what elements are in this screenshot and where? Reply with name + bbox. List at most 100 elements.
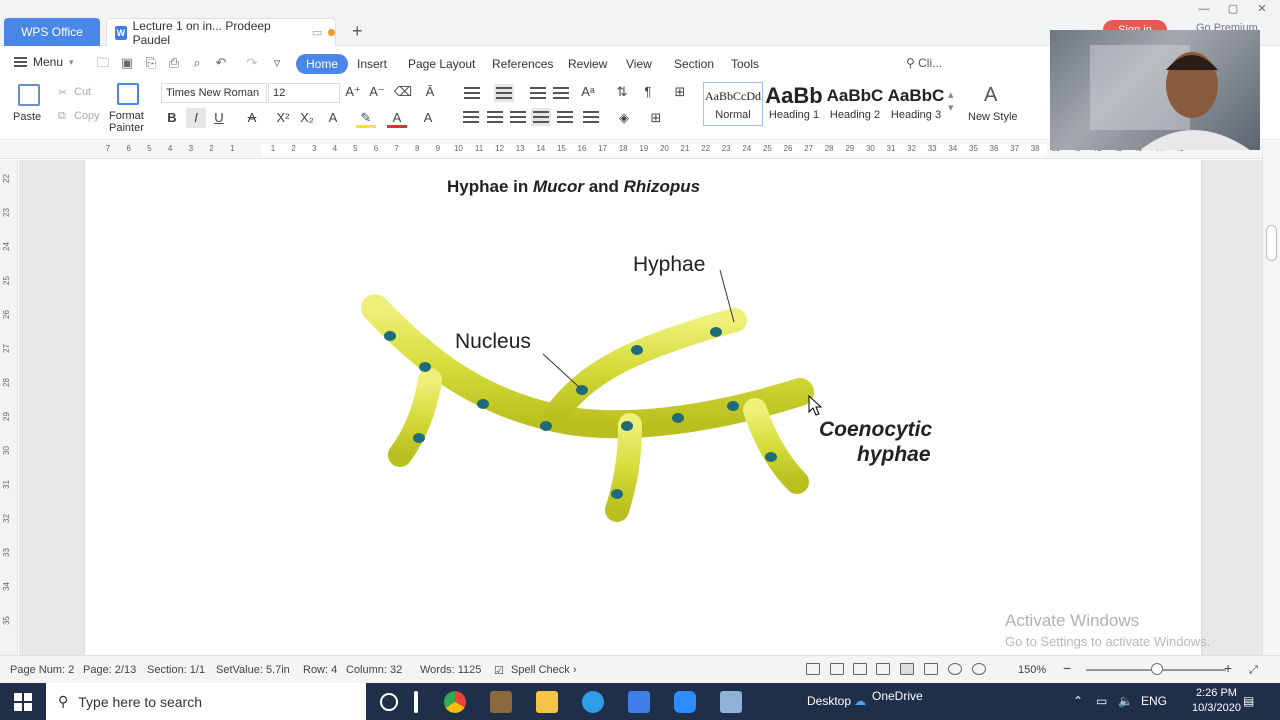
increase-indent-icon[interactable] xyxy=(551,84,571,102)
full-screen-icon[interactable] xyxy=(853,663,867,675)
style-heading-3[interactable]: AaBbC Heading 3 xyxy=(886,82,946,126)
status-section[interactable]: Section: 1/1 xyxy=(147,664,205,676)
highlight-icon[interactable]: ✎ xyxy=(356,108,376,128)
style-heading-2[interactable]: AaBbC Heading 2 xyxy=(825,82,885,126)
format-painter-label-2[interactable]: Painter xyxy=(109,122,144,134)
eye-protection-icon[interactable] xyxy=(972,663,986,675)
protect-icon[interactable] xyxy=(806,663,820,675)
document-tab[interactable]: W Lecture 1 on in... Prodeep Paudel ▭ xyxy=(106,18,336,47)
status-page-num[interactable]: Page Num: 2 xyxy=(10,664,74,676)
edge-icon[interactable] xyxy=(582,691,604,713)
redo-icon[interactable]: ↷ xyxy=(245,56,259,70)
hyphae-illustration[interactable] xyxy=(85,160,1201,655)
cortana-icon[interactable] xyxy=(380,693,398,711)
volume-icon[interactable]: 🔈 xyxy=(1118,694,1133,708)
paste-icon[interactable] xyxy=(18,84,40,106)
font-color-icon[interactable]: A xyxy=(387,108,407,128)
store-icon[interactable] xyxy=(490,691,512,713)
taskbar-clock[interactable]: 2:26 PM 10/3/2020 xyxy=(1192,686,1241,716)
language-indicator[interactable]: ENG xyxy=(1141,694,1167,708)
task-view-icon[interactable] xyxy=(414,691,418,713)
status-row[interactable]: Row: 4 xyxy=(303,664,337,676)
status-column[interactable]: Column: 32 xyxy=(346,664,402,676)
distributed-icon[interactable] xyxy=(555,108,575,126)
bullets-icon[interactable] xyxy=(462,84,482,102)
spell-check-button[interactable]: Spell Check xyxy=(511,664,570,676)
new-style-icon[interactable]: A xyxy=(984,84,997,107)
tab-section[interactable]: Section xyxy=(664,54,724,74)
text-effect-icon[interactable]: A xyxy=(323,108,343,128)
maximize-icon[interactable]: ▢ xyxy=(1219,0,1247,18)
tab-tools[interactable]: Tools xyxy=(721,54,769,74)
cut-button[interactable]: Cut xyxy=(74,86,91,98)
underline-icon[interactable]: U xyxy=(209,108,229,128)
font-size-select[interactable]: 12 xyxy=(268,83,340,103)
change-case-icon[interactable]: Aᵃ xyxy=(578,82,598,102)
font-name-select[interactable]: Times New Roman xyxy=(161,83,267,103)
wps-writer-icon[interactable] xyxy=(628,691,650,713)
format-painter-icon[interactable] xyxy=(117,83,139,105)
reading-view-icon[interactable] xyxy=(876,663,890,675)
close-icon[interactable]: ✕ xyxy=(1248,0,1276,18)
copy-button[interactable]: Copy xyxy=(74,110,100,122)
style-heading-1[interactable]: AaBb Heading 1 xyxy=(764,82,824,126)
numbering-icon[interactable] xyxy=(494,84,514,102)
clear-format-icon[interactable]: ⌫ xyxy=(393,82,413,102)
new-style-button[interactable]: New Style xyxy=(968,111,1018,123)
onedrive-toolbar[interactable]: OneDrive xyxy=(872,689,923,703)
style-normal[interactable]: AaBbCcDd Normal xyxy=(703,82,763,126)
open-folder-icon[interactable]: 🗀 xyxy=(96,56,110,70)
zoom-level[interactable]: 150% xyxy=(1018,664,1046,676)
grow-font-icon[interactable]: A⁺ xyxy=(343,82,363,102)
minimize-icon[interactable]: — xyxy=(1190,0,1218,18)
bold-icon[interactable]: B xyxy=(162,108,182,128)
chrome-icon[interactable] xyxy=(444,691,466,713)
shrink-font-icon[interactable]: A⁻ xyxy=(367,82,387,102)
text-direction-icon[interactable]: ⊞ xyxy=(670,82,690,102)
vertical-ruler[interactable]: 22 23 24 25 26 27 28 29 30 31 32 33 34 35 xyxy=(0,160,18,655)
format-painter-label-1[interactable]: Format xyxy=(109,110,144,122)
decrease-indent-icon[interactable] xyxy=(528,84,548,102)
tab-insert[interactable]: Insert xyxy=(347,54,397,74)
tab-home[interactable]: Home xyxy=(296,54,349,74)
print-preview-icon[interactable]: ⌕ xyxy=(190,56,204,70)
align-right-icon[interactable] xyxy=(508,108,528,126)
subscript-icon[interactable]: X₂ xyxy=(297,108,317,128)
superscript-icon[interactable]: X² xyxy=(273,108,293,128)
customize-toolbar-icon[interactable]: ▿ xyxy=(270,56,284,70)
paste-button[interactable]: Paste xyxy=(13,111,41,123)
zoom-out-icon[interactable]: − xyxy=(1063,660,1071,676)
italic-icon[interactable]: I xyxy=(186,108,206,128)
spell-check-menu-icon[interactable]: › xyxy=(573,664,577,676)
paint-icon[interactable] xyxy=(720,691,742,713)
justify-icon[interactable] xyxy=(531,108,551,126)
zoom-app-icon[interactable] xyxy=(674,691,696,713)
outline-view-icon[interactable] xyxy=(924,663,938,675)
char-shading-icon[interactable]: A xyxy=(418,108,438,128)
page-view-icon[interactable] xyxy=(900,663,914,675)
document-page[interactable]: Hyphae in Mucor and Rhizopus Hyphae Nucl… xyxy=(85,160,1201,655)
status-set-value[interactable]: SetValue: 5.7in xyxy=(216,664,290,676)
styles-scroll-icon[interactable]: ▴ ▾ xyxy=(948,88,954,114)
tab-view[interactable]: View xyxy=(616,54,662,74)
status-page[interactable]: Page: 2/13 xyxy=(83,664,136,676)
notification-icon[interactable]: ▤ xyxy=(1243,694,1254,708)
taskbar-search-box[interactable]: ⚲ Type here to search xyxy=(46,683,366,720)
sort-icon[interactable]: ⇅ xyxy=(612,82,632,102)
show-marks-icon[interactable]: ¶ xyxy=(638,82,658,102)
output-icon[interactable] xyxy=(830,663,844,675)
print-icon[interactable]: ⎙ xyxy=(167,56,181,70)
save-icon[interactable]: ▣ xyxy=(120,56,134,70)
vertical-scrollbar[interactable] xyxy=(1262,141,1280,655)
line-spacing-icon[interactable] xyxy=(581,108,601,126)
scrollbar-thumb[interactable] xyxy=(1266,225,1277,261)
status-words[interactable]: Words: 1125 xyxy=(420,664,481,676)
show-hidden-icons-icon[interactable]: ⌃ xyxy=(1073,694,1083,708)
export-pdf-icon[interactable]: ⎘ xyxy=(144,56,158,70)
zoom-slider-knob[interactable] xyxy=(1151,663,1163,675)
shading-icon[interactable]: ◈ xyxy=(614,108,634,128)
tab-window-icon[interactable]: ▭ xyxy=(312,26,322,39)
windows-start-icon[interactable] xyxy=(14,693,32,711)
zoom-in-icon[interactable]: + xyxy=(1224,660,1232,676)
desktop-toolbar[interactable]: Desktop xyxy=(807,694,851,708)
